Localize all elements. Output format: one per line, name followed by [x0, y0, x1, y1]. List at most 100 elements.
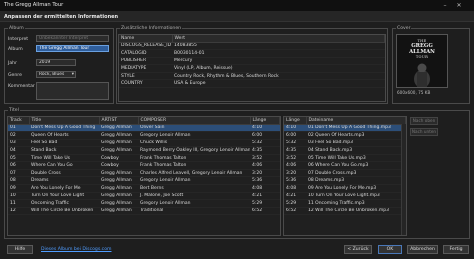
extra-info-row[interactable]: CATALOGID B0030114-01 — [119, 49, 385, 58]
track-artist: Gregg Allman — [99, 146, 138, 155]
track-composer: Frank Thomas Talton — [138, 161, 250, 170]
track-title: Feel So Bad — [29, 139, 99, 148]
file-name: 04 Stand Back.mp3 — [306, 146, 406, 155]
track-length: 4:08 — [250, 184, 280, 193]
tracks-table[interactable]: Track Title ARTIST COMPOSER Länge 01 Don't Me… — [7, 116, 281, 236]
track-composer: Gregory Lenoir Allman — [138, 176, 250, 185]
dialog-heading: Anpassen der ermittelten Informationen — [4, 14, 119, 20]
interpret-input[interactable]: Unbekannter Interpret — [36, 35, 109, 42]
cover-size-info: 600x600, 75 KB — [397, 90, 431, 95]
move-down-button[interactable]: Nach unten — [410, 128, 438, 136]
tracks-col-header[interactable]: Title — [29, 117, 100, 125]
extra-info-name: STYLE — [119, 72, 172, 81]
help-button[interactable]: Hilfe — [7, 245, 33, 254]
track-row[interactable]: 09 Are You Lonely For Me Gregg Allman Bert … — [8, 184, 280, 193]
discogs-link[interactable]: Dieses Album bei Discogs.com — [41, 247, 112, 252]
file-row[interactable]: 5:32 03 Feel So Bad.mp3 — [284, 139, 406, 148]
tracks-col-header[interactable]: Track — [8, 117, 30, 125]
cover-text-4: TOUR — [415, 55, 429, 59]
files-table[interactable]: Länge Dateiname 4:10 01 Don't Mess Up A Go… — [283, 116, 407, 236]
cover-legend: Cover — [397, 26, 411, 31]
tracks-col-header[interactable]: Länge — [250, 117, 280, 125]
move-up-button[interactable]: Nach oben — [410, 117, 438, 125]
file-row[interactable]: 5:36 08 Dreams.mp3 — [284, 176, 406, 185]
extra-info-row[interactable]: PUBLISHER Mercury — [119, 57, 385, 66]
files-col-header[interactable]: Länge — [284, 117, 307, 125]
dialog-header: Anpassen der ermittelten Informationen — [0, 11, 474, 22]
file-name: 07 Double Cross.mp3 — [306, 169, 406, 178]
track-row[interactable]: 11 Oncoming Traffic Gregg Allman Gregory Le… — [8, 199, 280, 208]
track-row[interactable]: 05 Time Will Take Us Cowboy Frank Thomas Ta… — [8, 154, 280, 163]
track-row[interactable]: 08 Dreams Gregg Allman Gregory Lenoir Allma… — [8, 176, 280, 185]
files-scrollbar[interactable] — [401, 124, 406, 235]
file-row[interactable]: 5:29 11 Oncoming Traffic.mp3 — [284, 199, 406, 208]
track-row[interactable]: 06 Where Can You Go Cowboy Frank Thomas Tal… — [8, 161, 280, 170]
file-row[interactable]: 4:06 06 Where Can You Go.mp3 — [284, 161, 406, 170]
close-icon[interactable]: ✕ — [454, 1, 464, 10]
col-name-header[interactable]: Name — [119, 35, 173, 43]
extra-info-table[interactable]: Name Wert DISCOGS_RELEASE_ID 14083855 CATA… — [118, 34, 386, 102]
kommentar-input[interactable] — [36, 82, 109, 100]
track-row[interactable]: 01 Don't Mess Up A Good Thing Gregg Allman… — [8, 124, 280, 133]
track-row[interactable]: 12 Will The Circle Be Unbroken Gregg Allma… — [8, 207, 280, 216]
finish-button[interactable]: Fertig — [443, 245, 469, 254]
track-row[interactable]: 02 Queen Of Hearts Gregg Allman Gregory Len… — [8, 131, 280, 140]
track-composer: Frank Thomas Talton — [138, 154, 250, 163]
back-button[interactable]: < Zurück — [344, 245, 372, 254]
track-row[interactable]: 04 Stand Back Gregg Allman Raymond Berry Oa… — [8, 146, 280, 155]
track-length: 4:35 — [250, 146, 280, 155]
extra-info-name: CATALOGID — [119, 49, 172, 58]
minimize-icon[interactable]: – — [440, 1, 450, 10]
album-input[interactable]: The Gregg Allman Tour — [36, 45, 109, 52]
track-composer: Gregory Lenoir Allman — [138, 199, 250, 208]
file-row[interactable]: 3:52 05 Time Will Take Us.mp3 — [284, 154, 406, 163]
track-composer: Gregory Lenoir Allman — [138, 131, 250, 140]
tracks-col-header[interactable]: COMPOSER — [138, 117, 251, 125]
cover-image[interactable]: THE GREGG ALLMAN TOUR — [396, 34, 448, 88]
file-row[interactable]: 6:00 02 Queen Of Hearts.mp3 — [284, 131, 406, 140]
track-title: Double Cross — [29, 169, 99, 178]
tracks-col-header[interactable]: ARTIST — [99, 117, 139, 125]
cancel-button[interactable]: Abbrechen — [407, 245, 438, 254]
file-length: 4:06 — [284, 161, 306, 170]
track-number: 03 — [8, 139, 29, 148]
extra-info-value: Vinyl (LP, Album, Reissue) — [172, 64, 385, 73]
extra-info-legend: Zusätzliche Informationen — [121, 26, 182, 31]
files-col-header[interactable]: Dateiname — [306, 117, 406, 125]
track-number: 06 — [8, 161, 29, 170]
track-length: 5:29 — [250, 199, 280, 208]
file-name: 02 Queen Of Hearts.mp3 — [306, 131, 406, 140]
jahr-input[interactable]: 2019 — [36, 59, 76, 66]
ok-button[interactable]: OK — [378, 245, 402, 254]
track-length: 3:20 — [250, 169, 280, 178]
extra-info-name: PUBLISHER — [119, 57, 172, 66]
track-row[interactable]: 10 Turn On Your Love Light Gregg Allman J. … — [8, 192, 280, 201]
extra-info-row[interactable]: DISCOGS_RELEASE_ID 14083855 — [119, 42, 385, 51]
track-composer: Charles Alfred Leavell, Gregory Lenoir A… — [138, 169, 250, 178]
genre-select[interactable]: Rock, Blues ▾ — [36, 71, 76, 78]
file-row[interactable]: 4:21 10 Turn On Your Love Light.mp3 — [284, 192, 406, 201]
file-name: 11 Oncoming Traffic.mp3 — [306, 199, 406, 208]
file-row[interactable]: 4:35 04 Stand Back.mp3 — [284, 146, 406, 155]
extra-info-value: Country Rock, Rhythm & Blues, Southern R… — [172, 72, 385, 81]
extra-info-row[interactable]: COUNTRY USA & Europe — [119, 79, 385, 88]
col-value-header[interactable]: Wert — [172, 35, 385, 43]
file-row[interactable]: 3:20 07 Double Cross.mp3 — [284, 169, 406, 178]
track-number: 04 — [8, 146, 29, 155]
extra-info-value: B0030114-01 — [172, 49, 385, 58]
track-number: 07 — [8, 169, 29, 178]
extra-info-row[interactable]: MEDIATYPE Vinyl (LP, Album, Reissue) — [119, 64, 385, 73]
album-label: Album — [8, 47, 23, 52]
file-row[interactable]: 6:52 12 Will The Circle Be Unbroken.mp3 — [284, 207, 406, 216]
track-row[interactable]: 03 Feel So Bad Gregg Allman Chuck Willis 5:3… — [8, 139, 280, 148]
track-number: 12 — [8, 207, 29, 216]
file-length: 5:32 — [284, 139, 306, 148]
track-row[interactable]: 07 Double Cross Gregg Allman Charles Alfred… — [8, 169, 280, 178]
track-title: Queen Of Hearts — [29, 131, 99, 140]
file-row[interactable]: 4:10 01 Don't Mess Up A Good Thing.mp3 — [284, 124, 406, 133]
track-artist: Gregg Allman — [99, 124, 138, 133]
extra-info-row[interactable]: STYLE Country Rock, Rhythm & Blues, South… — [119, 72, 385, 81]
track-artist: Gregg Allman — [99, 207, 138, 216]
file-length: 3:20 — [284, 169, 306, 178]
file-row[interactable]: 4:08 09 Are You Lonely For Me.mp3 — [284, 184, 406, 193]
